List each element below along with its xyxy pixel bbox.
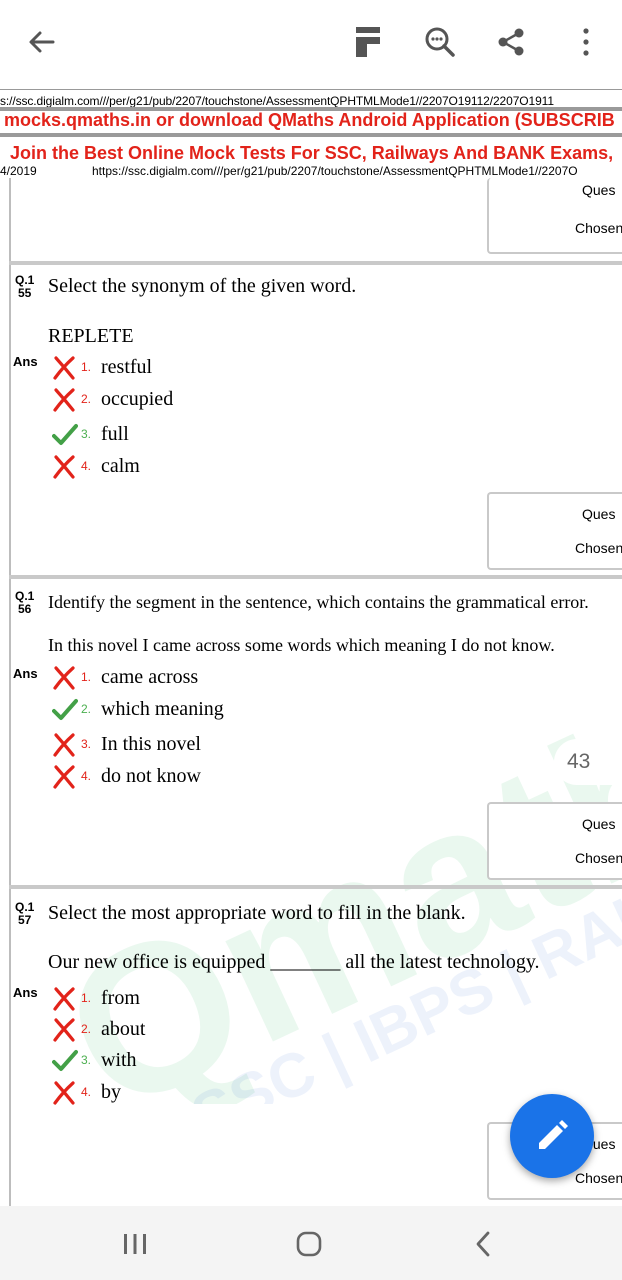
more-options-button[interactable] [566,22,606,62]
question-sentence: Our new office is equipped _______ all t… [48,951,540,973]
wrong-cross-icon [53,1018,75,1042]
wrong-cross-icon [53,388,75,412]
source-url-line-1: s://ssc.digialm.com///per/g21/pub/2207/t… [0,94,554,108]
search-document-icon [425,27,455,57]
page-layout-icon [356,27,380,57]
option-4: 4. by [52,1081,412,1107]
page-number-indicator: 43 [554,739,622,785]
question-number: Q.1 55 [15,273,35,300]
option-2: 2. which meaning [52,698,412,724]
option-3: 3. with [52,1049,412,1075]
page-border [9,178,11,1206]
pdf-page-view[interactable]: Qmaths SSC | IBPS | RAILWAYS | s://ssc.d… [0,84,622,1206]
answer-label: Ans [13,354,38,369]
wrong-cross-icon [53,765,75,789]
promo-line-1: mocks.qmaths.in or download QMaths Andro… [4,110,615,130]
question-divider [9,575,622,579]
wrong-cross-icon [53,733,75,757]
option-1: 1. came across [52,666,412,692]
home-icon [296,1231,322,1257]
question-text: Select the most appropriate word to fill… [48,902,466,924]
back-chevron-icon [476,1231,490,1257]
back-nav-button[interactable] [463,1226,503,1262]
source-url-line-2: https://ssc.digialm.com///per/g21/pub/22… [92,164,578,178]
question-info-box: Ques Chosen [487,802,622,880]
question-word: REPLETE [48,325,134,347]
option-2: 2. occupied [52,388,412,414]
question-text: Select the synonym of the given word. [48,275,357,297]
header-rule [0,84,622,90]
correct-check-icon [52,1050,78,1071]
question-sentence: In this novel I came across some words w… [48,635,555,655]
option-1: 1. from [52,987,412,1013]
question-number: Q.1 57 [15,900,35,927]
home-button[interactable] [289,1226,329,1262]
option-3: 3. In this novel [52,733,412,759]
question-info-box: Ques Chosen [487,178,622,254]
wrong-cross-icon [53,356,75,380]
option-2: 2. about [52,1018,412,1044]
wrong-cross-icon [53,666,75,690]
option-3: 3. full [52,423,412,449]
back-button[interactable] [22,22,62,62]
question-text: Identify the segment in the sentence, wh… [48,592,589,612]
answer-label: Ans [13,666,38,681]
search-in-document-button[interactable] [420,22,460,62]
recent-apps-button[interactable] [115,1226,155,1262]
correct-check-icon [52,699,78,720]
divider [0,133,622,137]
question-divider [9,885,622,889]
answer-label: Ans [13,985,38,1000]
edit-fab-button[interactable] [510,1094,594,1178]
option-4: 4. calm [52,455,412,481]
top-app-bar [0,0,622,84]
correct-check-icon [52,424,78,445]
wrong-cross-icon [53,987,75,1011]
page-layout-button[interactable] [348,22,388,62]
promo-line-2: Join the Best Online Mock Tests For SSC,… [10,143,614,163]
edit-pencil-icon [539,1120,568,1149]
option-1: 1. restful [52,356,412,382]
recent-apps-icon [124,1234,146,1254]
question-divider [9,261,622,265]
wrong-cross-icon [53,455,75,479]
question-number: Q.1 56 [15,589,35,616]
option-4: 4. do not know [52,765,412,791]
wrong-cross-icon [53,1081,75,1105]
share-icon [498,28,524,56]
system-navigation-bar [0,1206,622,1280]
question-info-box: Ques Chosen [487,492,622,570]
date-fragment: 4/2019 [0,164,37,178]
arrow-left-icon [29,31,55,53]
more-vertical-icon [583,28,589,56]
share-button[interactable] [491,22,531,62]
